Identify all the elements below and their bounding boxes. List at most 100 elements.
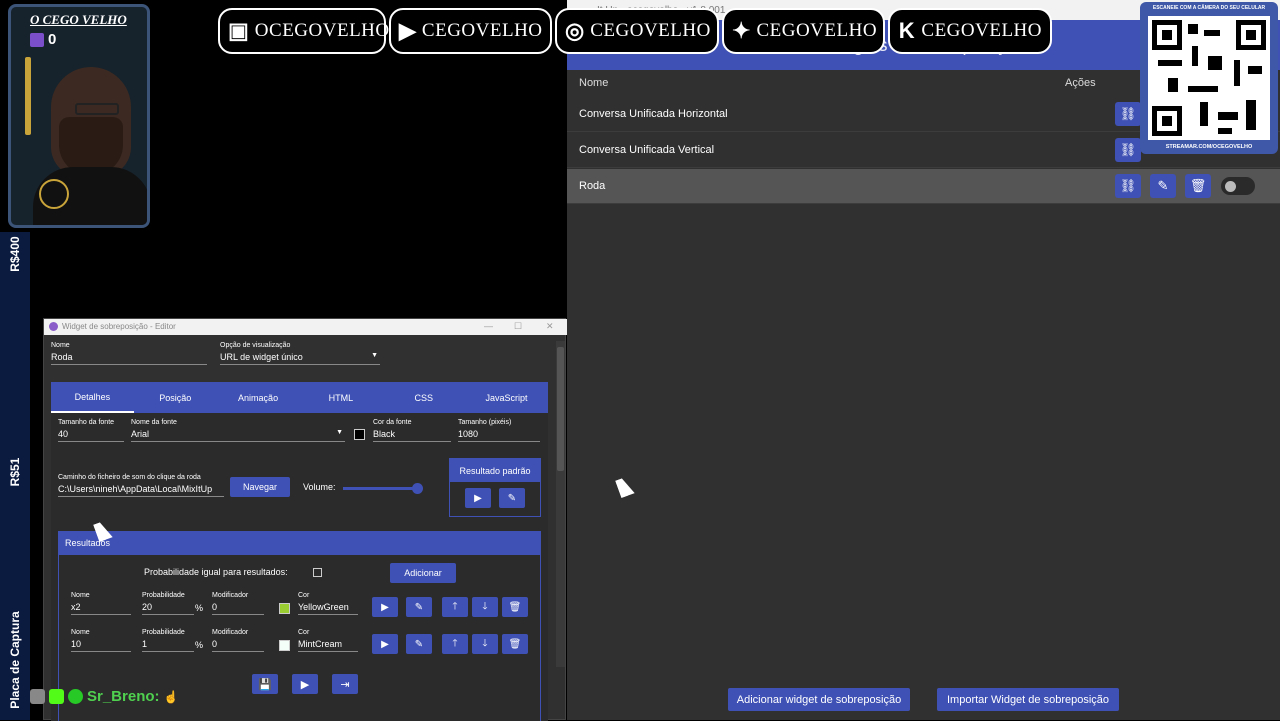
webcam-avatar-glasses [75,103,119,115]
result-color-input[interactable]: YellowGreen [298,602,358,615]
link-icon: ⛓ [1119,178,1137,193]
chat-message: Sr_Breno: ☝ [30,688,178,705]
qr-module [1208,56,1222,70]
edit-button[interactable]: ✎ [406,597,432,617]
delete-button[interactable]: 🗑 [1185,174,1211,198]
widget-row-selected[interactable]: Roda ⛓ ✎ 🗑 [567,169,1280,204]
play-button[interactable]: ▶ [372,597,398,617]
delete-button[interactable]: 🗑 [502,597,528,617]
percent-label: % [195,603,204,613]
result-color-swatch[interactable] [279,603,290,614]
tab-css[interactable]: CSS [382,382,465,413]
exit-icon: ⇥ [340,678,350,691]
result-name-input[interactable]: 10 [71,639,131,652]
edit-button[interactable]: ✎ [406,634,432,654]
result-prob-input[interactable]: 1 [142,639,194,652]
editor-title: Widget de sobreposição - Editor [62,322,176,331]
edit-icon: ✎ [414,638,424,650]
social-label: CEGOVELHO [590,20,711,41]
qr-code-panel: ESCANEIE COM A CÂMERA DO SEU CELULAR STR… [1140,2,1278,154]
percent-label: % [195,640,204,650]
import-widget-button[interactable]: Importar Widget de sobreposição [937,688,1119,711]
tab-javascript[interactable]: JavaScript [465,382,548,413]
result-color-swatch[interactable] [279,640,290,651]
font-name-label: Nome da fonte [131,419,177,426]
kick-badge-icon [49,689,64,704]
move-up-button[interactable]: 🡑 [442,634,468,654]
font-color-swatch[interactable] [354,429,365,440]
name-label: Nome [51,342,70,349]
test-play-button[interactable]: ▶ [292,674,318,694]
save-button[interactable]: 💾 [252,674,278,694]
link-button[interactable]: ⛓ [1115,174,1141,198]
move-up-button[interactable]: 🡑 [442,597,468,617]
browse-button[interactable]: Navegar [230,477,290,497]
column-header-actions: Ações [1065,77,1096,89]
widget-row-name: Conversa Unificada Horizontal [579,108,728,120]
volume-slider[interactable] [343,483,424,494]
view-option-select[interactable]: URL de widget único ▼ [220,352,380,365]
move-down-button[interactable]: 🡓 [472,634,498,654]
twitch-icon: ▣ [228,18,249,43]
tab-detalhes[interactable]: Detalhes [51,382,134,413]
dropdown-arrow-icon: ▼ [371,352,378,359]
webcam-side-bar [25,57,31,135]
add-widget-button[interactable]: Adicionar widget de sobreposição [728,688,910,711]
name-input[interactable]: Roda [51,352,207,365]
minimize-icon[interactable]: — [484,321,493,331]
results-header: Resultados [58,531,541,555]
qr-module [1188,86,1218,92]
result-mod-input[interactable]: 0 [212,639,264,652]
tab-posicao[interactable]: Posição [134,382,217,413]
maximize-icon[interactable]: ☐ [514,321,522,332]
font-size-input[interactable]: 40 [58,429,124,442]
volume-slider-thumb[interactable] [412,483,424,494]
equal-probability-checkbox[interactable] [313,568,322,577]
editor-scrollbar[interactable] [556,341,565,667]
enable-toggle[interactable] [1220,176,1256,196]
play-icon: ▶ [381,601,389,613]
sound-path-label: Caminho do ficheiro de som do clique da … [58,474,201,481]
edit-button[interactable]: ✎ [499,488,525,508]
result-prob-label: Probabilidade [142,592,185,599]
qr-finder [1152,20,1182,50]
edit-icon: ✎ [1157,178,1169,193]
move-down-button[interactable]: 🡓 [472,597,498,617]
play-button[interactable]: ▶ [465,488,491,508]
webcam-counter: 0 [48,31,57,48]
link-icon: ⛓ [1119,106,1137,121]
qr-module [1200,102,1208,126]
delete-button[interactable]: 🗑 [502,634,528,654]
result-name-input[interactable]: x2 [71,602,131,615]
link-icon: ⛓ [1119,142,1137,157]
size-input[interactable]: 1080 [458,429,540,442]
scrollbar-thumb[interactable] [557,347,564,471]
editor-titlebar: Widget de sobreposição - Editor — ☐ ✕ [44,319,567,335]
qr-top-text: ESCANEIE COM A CÂMERA DO SEU CELULAR [1152,5,1266,11]
save-icon: 💾 [258,678,272,691]
qr-module [1234,60,1240,86]
result-prob-label: Probabilidade [142,629,185,636]
social-pill-kick: K CEGOVELHO [888,8,1052,54]
exit-button[interactable]: ⇥ [332,674,358,694]
font-color-input[interactable]: Black [373,429,451,442]
link-button[interactable]: ⛓ [1115,138,1141,162]
widget-row-name: Conversa Unificada Vertical [579,144,715,156]
play-button[interactable]: ▶ [372,634,398,654]
add-result-button[interactable]: Adicionar [390,563,456,583]
edit-button[interactable]: ✎ [1150,174,1176,198]
social-label: OCEGOVELHO [254,20,390,41]
result-color-input[interactable]: MintCream [298,639,358,652]
qr-module [1188,24,1198,34]
result-mod-input[interactable]: 0 [212,602,264,615]
qr-module [1168,78,1178,92]
close-icon[interactable]: ✕ [546,321,554,332]
font-name-select[interactable]: Arial ▼ [131,429,345,442]
result-prob-input[interactable]: 20 [142,602,194,615]
play-icon: ▶ [381,638,389,650]
link-button[interactable]: ⛓ [1115,102,1141,126]
social-pill-instagram: ◎ CEGOVELHO [555,8,719,54]
tab-html[interactable]: HTML [299,382,382,413]
tab-animacao[interactable]: Animação [217,382,300,413]
sound-path-input[interactable]: C:\Users\nineh\AppData\Local\MixItUp [58,484,224,497]
